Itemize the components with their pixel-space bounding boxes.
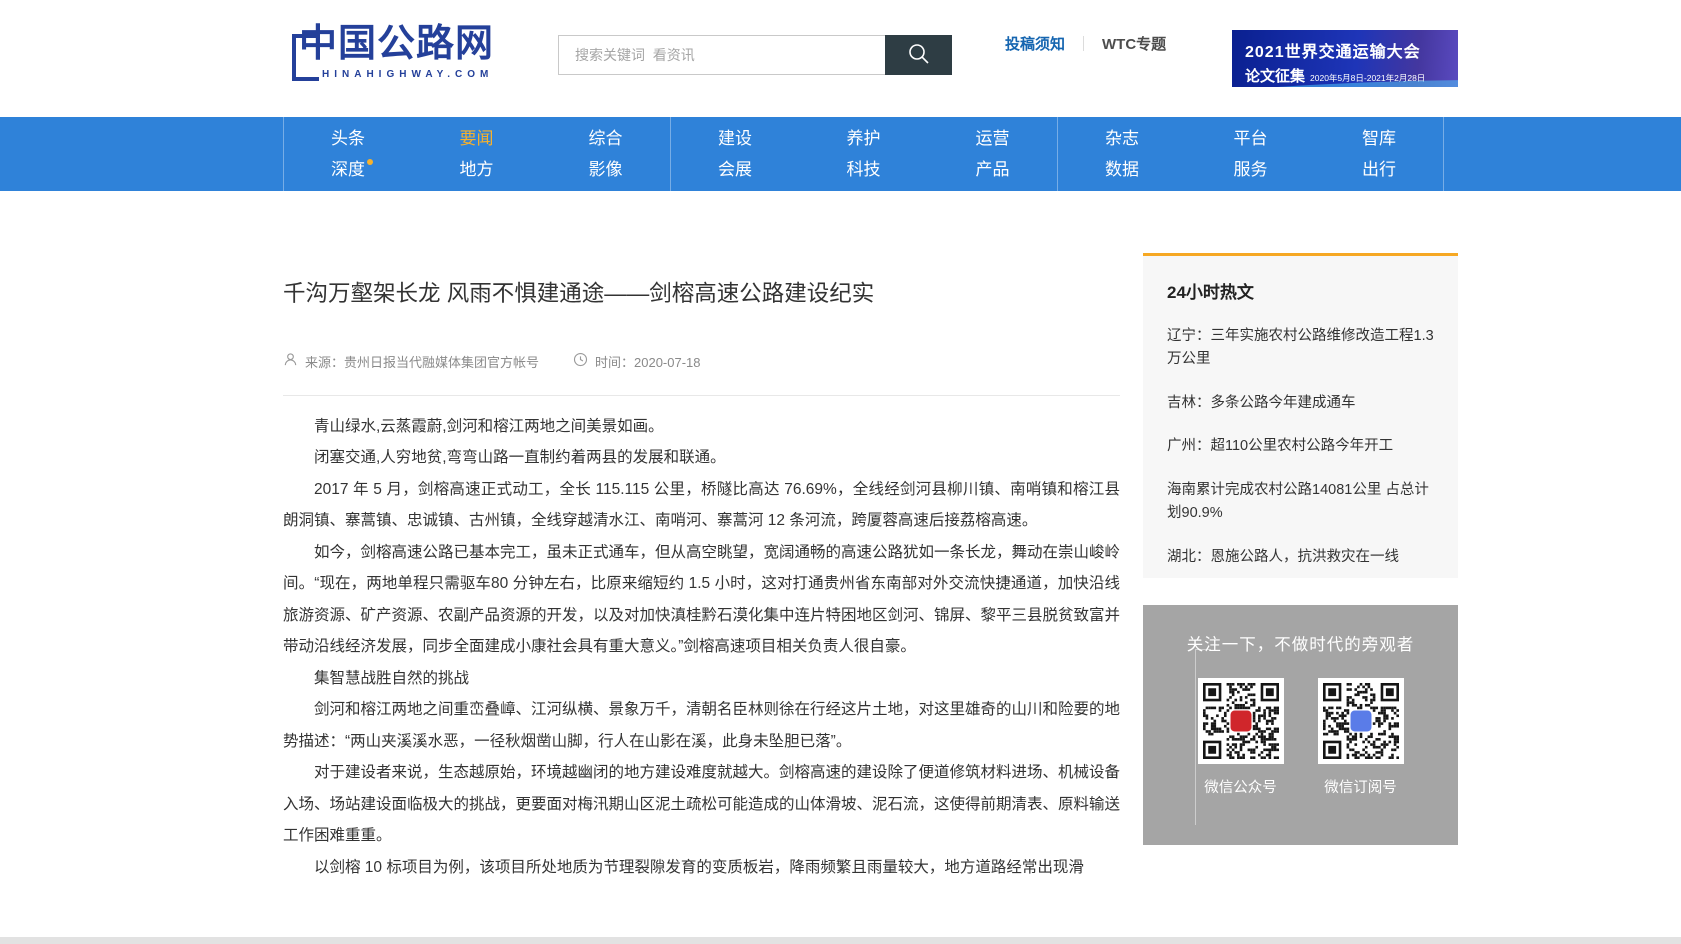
qr-code-row: 微信公众号 微信订阅号 — [1143, 678, 1458, 797]
nav-item-construction[interactable]: 建设 — [718, 130, 752, 149]
hot-article-link[interactable]: 湖北：恩施公路人，抗洪救灾在一线 — [1167, 549, 1399, 565]
main-nav-inner: 头条 深度 要闻 地方 综合 影像 建设 会展 养护 科技 运营 产品 — [283, 117, 1444, 191]
article: 千沟万壑架长龙 风雨不惧建通途——剑榕高速公路建设纪实 来源：贵州日报当代融媒体… — [283, 256, 1120, 883]
list-item: 辽宁：三年实施农村公路维修改造工程1.3万公里 — [1167, 325, 1434, 372]
list-item: 吉林：多条公路今年建成通车 — [1167, 392, 1434, 415]
search-icon — [906, 41, 932, 70]
site-header: 中国公路网 HINAHIGHWAY.COM 投稿须知 WTC专题 2021世界交… — [0, 0, 1681, 117]
article-divider — [283, 395, 1120, 396]
list-item: 广州：超110公里农村公路今年开工 — [1167, 435, 1434, 458]
article-time: 时间：2020-07-18 — [573, 352, 701, 371]
nav-column-maintenance: 养护 科技 — [799, 117, 928, 191]
banner-subtitle-text: 论文征集 — [1245, 65, 1305, 86]
article-paragraph: 剑河和榕江两地之间重峦叠嶂、江河纵横、景象万千，清朝名臣林则徐在行经这片土地，对… — [283, 694, 1120, 757]
nav-item-travel[interactable]: 出行 — [1362, 161, 1396, 180]
search-bar — [558, 35, 952, 75]
article-paragraph: 集智慧战胜自然的挑战 — [283, 663, 1120, 695]
banner-title: 2021世界交通运输大会 — [1245, 38, 1458, 62]
article-title: 千沟万壑架长龙 风雨不惧建通途——剑榕高速公路建设纪实 — [283, 278, 1120, 310]
hot-articles-list: 辽宁：三年实施农村公路维修改造工程1.3万公里 吉林：多条公路今年建成通车 广州… — [1167, 325, 1434, 569]
nav-column-news: 要闻 地方 — [412, 117, 541, 191]
page: 中国公路网 HINAHIGHWAY.COM 投稿须知 WTC专题 2021世界交… — [0, 0, 1681, 944]
site-logo[interactable]: 中国公路网 HINAHIGHWAY.COM — [281, 22, 571, 97]
logo-subtitle: HINAHIGHWAY.COM — [322, 69, 571, 80]
nav-column-thinktank: 智库 出行 — [1315, 117, 1444, 191]
nav-item-products[interactable]: 产品 — [976, 161, 1010, 180]
nav-item-exhibition[interactable]: 会展 — [718, 161, 752, 180]
hot-article-link[interactable]: 吉林：多条公路今年建成通车 — [1167, 395, 1356, 411]
header-links: 投稿须知 WTC专题 — [1005, 32, 1166, 54]
nav-column-operation: 运营 产品 — [928, 117, 1057, 191]
article-paragraph: 青山绿水,云蒸霞蔚,剑河和榕江两地之间美景如画。 — [283, 411, 1120, 443]
qr-code-label: 微信订阅号 — [1318, 776, 1404, 797]
search-input[interactable] — [558, 35, 885, 75]
nav-item-data[interactable]: 数据 — [1105, 161, 1139, 180]
article-source: 来源：贵州日报当代融媒体集团官方帐号 — [283, 352, 573, 371]
hot-articles-box: 24小时热文 辽宁：三年实施农村公路维修改造工程1.3万公里 吉林：多条公路今年… — [1143, 253, 1458, 578]
qr-code-frame — [1318, 678, 1404, 764]
nav-item-local[interactable]: 地方 — [460, 161, 494, 180]
new-dot-icon — [367, 159, 373, 165]
hot-articles-title: 24小时热文 — [1167, 278, 1434, 303]
list-item: 海南累计完成农村公路14081公里 占总计划90.9% — [1167, 479, 1434, 526]
link-submission-notice[interactable]: 投稿须知 — [1005, 33, 1065, 54]
nav-column-construction: 建设 会展 — [670, 117, 799, 191]
corner-line-decoration — [1195, 649, 1211, 825]
nav-item-comprehensive[interactable]: 综合 — [589, 130, 623, 149]
nav-item-operation[interactable]: 运营 — [976, 130, 1010, 149]
hot-article-link[interactable]: 广州：超110公里农村公路今年开工 — [1167, 438, 1393, 454]
qr-code-icon — [1203, 683, 1279, 759]
article-paragraph: 以剑榕 10 标项目为例，该项目所处地质为节理裂隙发育的变质板岩，降雨频繁且雨量… — [283, 852, 1120, 884]
nav-item-platform[interactable]: 平台 — [1234, 130, 1268, 149]
logo-title: 中国公路网 — [299, 22, 571, 68]
article-paragraph: 如今，剑榕高速公路已基本完工，虽未正式通车，但从高空眺望，宽阔通畅的高速公路犹如… — [283, 537, 1120, 663]
article-paragraph: 对于建设者来说，生态越原始，环境越幽闭的地方建设难度就越大。剑榕高速的建设除了便… — [283, 757, 1120, 852]
hot-article-link[interactable]: 辽宁：三年实施农村公路维修改造工程1.3万公里 — [1167, 328, 1434, 367]
wechat-follow-box: 关注一下，不做时代的旁观者 微信公众号 微信订阅号 — [1143, 605, 1458, 845]
article-meta: 来源：贵州日报当代融媒体集团官方帐号 时间：2020-07-18 — [283, 352, 1120, 371]
follow-box-title: 关注一下，不做时代的旁观者 — [1143, 631, 1458, 655]
main-nav: 头条 深度 要闻 地方 综合 影像 建设 会展 养护 科技 运营 产品 — [0, 117, 1681, 191]
user-icon — [283, 352, 298, 370]
nav-item-key-news[interactable]: 要闻 — [460, 130, 494, 149]
clock-icon — [573, 352, 588, 370]
nav-item-headlines[interactable]: 头条 — [331, 130, 365, 149]
qr-code-icon — [1323, 683, 1399, 759]
wtc-banner-ad[interactable]: 2021世界交通运输大会 论文征集 2020年5月8日-2021年2月28日 — [1232, 30, 1458, 87]
nav-column-platform: 平台 服务 — [1186, 117, 1315, 191]
nav-item-magazine[interactable]: 杂志 — [1105, 130, 1139, 149]
search-button[interactable] — [885, 35, 952, 75]
list-item: 湖北：恩施公路人，抗洪救灾在一线 — [1167, 546, 1434, 569]
banner-date: 2020年5月8日-2021年2月28日 — [1310, 72, 1425, 84]
link-wtc-special[interactable]: WTC专题 — [1102, 33, 1166, 54]
banner-subtitle: 论文征集 2020年5月8日-2021年2月28日 — [1245, 65, 1458, 86]
article-body: 青山绿水,云蒸霞蔚,剑河和榕江两地之间美景如画。 闭塞交通,人穷地贫,弯弯山路一… — [283, 411, 1120, 884]
article-paragraph: 闭塞交通,人穷地贫,弯弯山路一直制约着两县的发展和联通。 — [283, 442, 1120, 474]
nav-item-services[interactable]: 服务 — [1234, 161, 1268, 180]
nav-column-comprehensive: 综合 影像 — [541, 117, 670, 191]
header-links-divider — [1083, 36, 1084, 51]
nav-column-headlines: 头条 深度 — [283, 117, 412, 191]
nav-column-magazine: 杂志 数据 — [1057, 117, 1186, 191]
hot-article-link[interactable]: 海南累计完成农村公路14081公里 占总计划90.9% — [1167, 482, 1429, 521]
nav-item-maintenance[interactable]: 养护 — [847, 130, 881, 149]
wechat-subscription-account: 微信订阅号 — [1318, 678, 1404, 797]
nav-item-depth[interactable]: 深度 — [331, 161, 365, 180]
nav-item-images[interactable]: 影像 — [589, 161, 623, 180]
nav-item-technology[interactable]: 科技 — [847, 161, 881, 180]
page-bottom-strip — [0, 937, 1681, 944]
article-paragraph: 2017 年 5 月，剑榕高速正式动工，全长 115.115 公里，桥隧比高达 … — [283, 474, 1120, 537]
nav-item-thinktank[interactable]: 智库 — [1362, 130, 1396, 149]
